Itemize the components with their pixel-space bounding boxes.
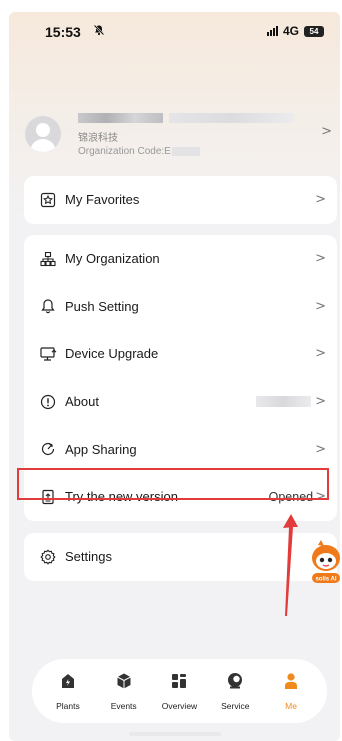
events-icon xyxy=(115,672,133,695)
bell-icon xyxy=(39,297,57,315)
star-badge-icon xyxy=(39,191,57,209)
redacted-username xyxy=(78,113,163,123)
person-icon xyxy=(282,672,300,695)
org-code-label: Organization Code:E xyxy=(78,146,171,157)
app-screen: 15:53 4G 54 锦浪科技 Organization Code:E > M… xyxy=(9,12,340,741)
menu-item-my-organization[interactable]: My Organization > xyxy=(24,235,337,283)
redacted-org-code xyxy=(171,147,200,156)
status-right: 4G 54 xyxy=(266,24,324,38)
solis-ai-label: solis AI xyxy=(315,577,336,583)
annotation-arrow xyxy=(283,514,298,616)
plant-icon xyxy=(59,672,77,695)
status-bar: 15:53 4G 54 xyxy=(9,12,340,52)
new-version-status: Opened xyxy=(268,489,314,504)
redacted-account xyxy=(169,113,294,123)
solis-ai-assistant[interactable]: solis AI xyxy=(309,540,340,586)
tab-label: Service xyxy=(221,700,250,711)
info-icon xyxy=(39,393,57,411)
menu-item-label: Try the new version xyxy=(65,489,178,505)
org-tree-icon xyxy=(39,250,57,268)
favorites-card: My Favorites > xyxy=(24,176,337,224)
status-time: 15:53 xyxy=(45,24,81,40)
tab-label: Me xyxy=(285,700,297,711)
redacted-version xyxy=(256,396,312,408)
tab-label: Events xyxy=(110,700,137,711)
tab-label: Overview xyxy=(161,700,198,711)
organization-code: Organization Code:E xyxy=(78,146,200,157)
menu-item-about[interactable]: About > xyxy=(24,378,337,426)
tab-label: Plants xyxy=(56,700,80,711)
network-type: 4G xyxy=(282,24,299,38)
chevron-right-icon: > xyxy=(321,124,332,139)
menu-item-favorites[interactable]: My Favorites > xyxy=(24,176,337,224)
tab-overview[interactable]: Overview xyxy=(153,672,205,711)
menu-item-label: Device Upgrade xyxy=(65,346,159,362)
battery-icon: 54 xyxy=(304,25,324,37)
menu-item-app-sharing[interactable]: App Sharing > xyxy=(24,425,337,473)
menu-item-label: App Sharing xyxy=(65,441,137,457)
tab-service[interactable]: Service xyxy=(209,672,261,711)
menu-item-label: My Organization xyxy=(65,251,160,267)
profile-header[interactable]: 锦浪科技 Organization Code:E > xyxy=(9,96,340,176)
phone-upgrade-icon xyxy=(39,488,57,506)
chevron-right-icon: > xyxy=(315,192,326,208)
chevron-right-icon: > xyxy=(315,394,326,410)
menu-item-label: About xyxy=(65,394,99,410)
signal-icon xyxy=(266,26,278,36)
menu-card: My Organization > Push Setting > Device … xyxy=(24,235,337,521)
gear-icon xyxy=(39,548,57,566)
chevron-right-icon: > xyxy=(315,441,326,457)
menu-item-label: Push Setting xyxy=(65,298,139,314)
chevron-right-icon: > xyxy=(315,489,326,505)
service-icon xyxy=(226,672,244,695)
chevron-right-icon: > xyxy=(315,251,326,267)
menu-item-device-upgrade[interactable]: Device Upgrade > xyxy=(24,330,337,378)
tab-plants[interactable]: Plants xyxy=(42,672,94,711)
menu-item-push-setting[interactable]: Push Setting > xyxy=(24,283,337,331)
bell-slash-icon xyxy=(93,24,105,39)
avatar[interactable] xyxy=(25,116,61,152)
menu-item-label: My Favorites xyxy=(65,192,140,208)
chevron-right-icon: > xyxy=(315,346,326,362)
tab-me[interactable]: Me xyxy=(265,672,317,711)
home-indicator xyxy=(129,732,221,736)
tab-events[interactable]: Events xyxy=(98,672,150,711)
menu-item-label: Settings xyxy=(65,549,112,565)
bottom-tab-bar: Plants Events Overview Service Me xyxy=(32,659,327,723)
chevron-right-icon: > xyxy=(315,298,326,314)
overview-icon xyxy=(170,672,188,695)
monitor-upgrade-icon xyxy=(39,345,57,363)
company-name: 锦浪科技 xyxy=(78,133,118,144)
share-icon xyxy=(39,440,57,458)
